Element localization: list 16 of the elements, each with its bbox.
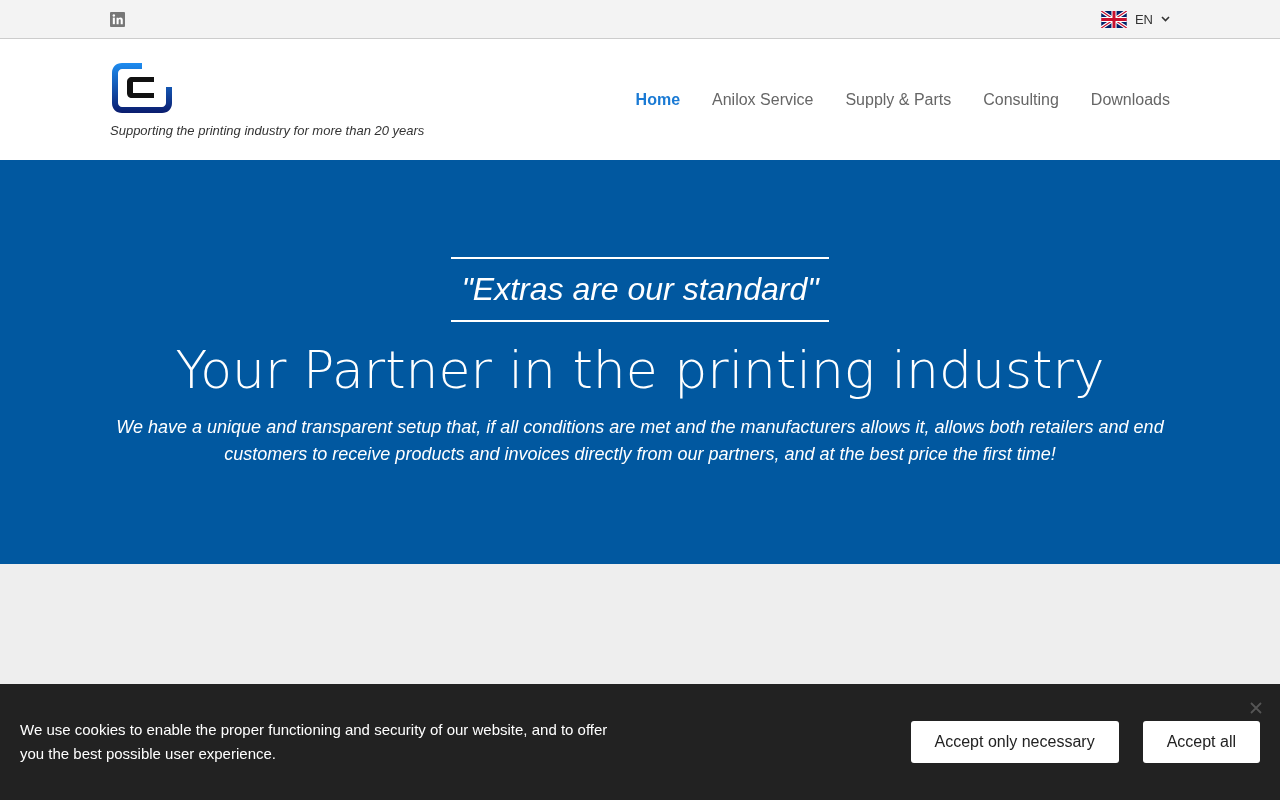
nav-link[interactable]: Anilox Service	[712, 90, 814, 109]
nav-link[interactable]: Home	[635, 90, 681, 109]
cookie-text: We use cookies to enable the proper functioning and security of our website, and to offer you the best possible user experience.	[20, 720, 609, 764]
nav-link[interactable]: Consulting	[983, 90, 1059, 109]
hero-text: We have a unique and transparent setup that, if all conditions are met and the manufacturers allows it, allows both retailers and end customers to receive products and invoices directly from our partners, and at the best price the first time!	[115, 415, 1165, 466]
accept-button[interactable]: Accept all	[1142, 721, 1260, 763]
hero-quote: "Extras are our standard"	[451, 256, 829, 322]
tagline: Supporting the printing industry for more than 20 years	[110, 123, 425, 138]
linkedin-icon[interactable]	[110, 11, 125, 27]
accept-button[interactable]: Accept only necessary	[910, 721, 1119, 763]
language-selector[interactable]: EN	[1134, 11, 1153, 27]
nav-link[interactable]: Downloads	[1090, 90, 1170, 109]
hero-title: Your Partner in the printing industry	[175, 339, 1105, 400]
nav-link[interactable]: Supply & Parts	[845, 90, 952, 109]
chevron-down-icon[interactable]	[1161, 16, 1170, 22]
uk-flag-icon[interactable]	[1100, 10, 1127, 28]
